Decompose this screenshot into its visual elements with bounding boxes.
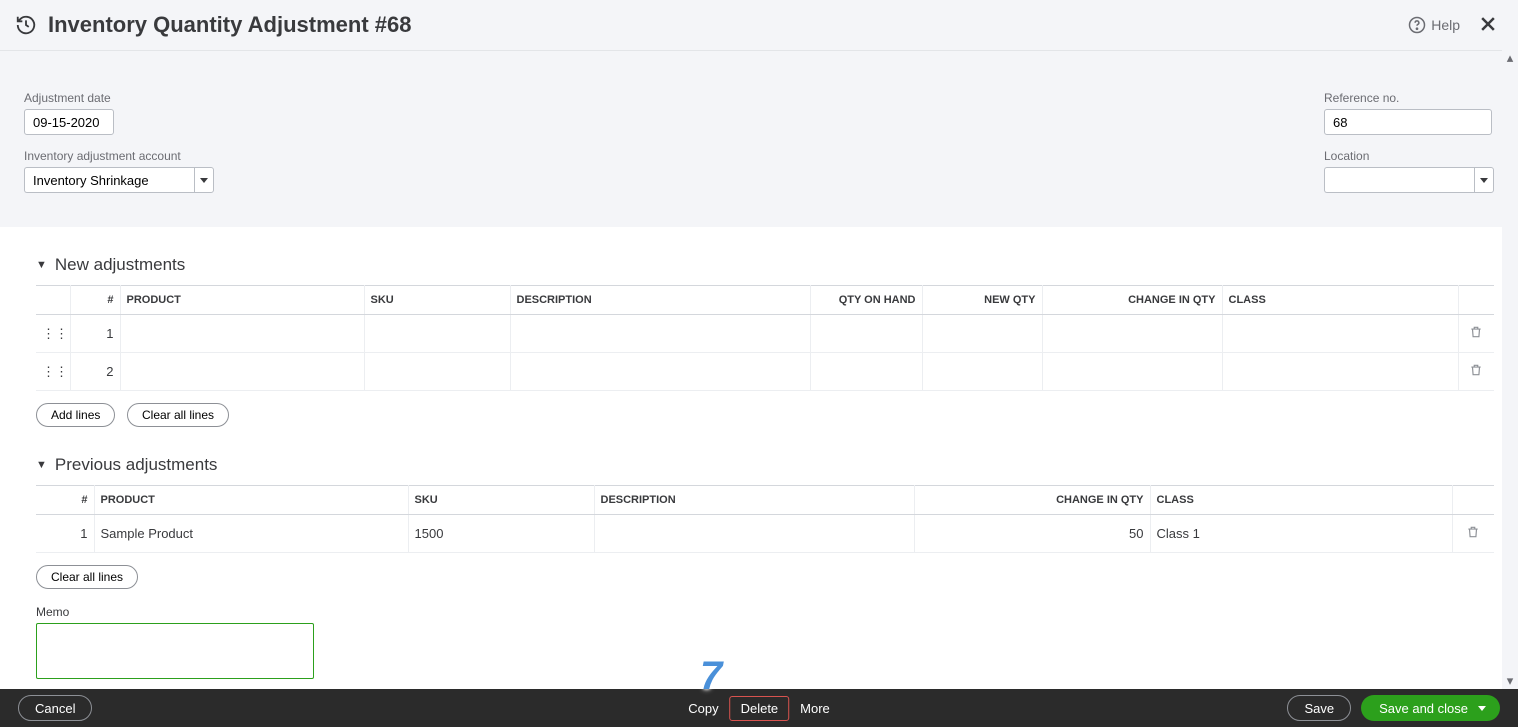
new-adjustments-toggle[interactable]: ▼ New adjustments	[36, 255, 1494, 275]
cell-sku[interactable]: 1500	[408, 515, 594, 553]
trash-icon[interactable]	[1458, 315, 1494, 353]
col-description: DESCRIPTION	[594, 486, 914, 515]
col-class: CLASS	[1150, 486, 1452, 515]
help-label: Help	[1431, 17, 1460, 33]
clear-all-lines-button-2[interactable]: Clear all lines	[36, 565, 138, 589]
delete-link[interactable]: Delete	[730, 696, 790, 721]
page-title: Inventory Quantity Adjustment #68	[48, 12, 1408, 38]
memo-textarea[interactable]	[36, 623, 314, 679]
save-and-close-label: Save and close	[1379, 701, 1468, 716]
scroll-down-icon[interactable]: ▾	[1502, 673, 1518, 689]
chevron-down-icon[interactable]	[1474, 167, 1494, 193]
new-adjustments-table: # PRODUCT SKU DESCRIPTION QTY ON HAND NE…	[36, 285, 1494, 391]
cell-change[interactable]: 50	[914, 515, 1150, 553]
row-number: 2	[70, 353, 120, 391]
trash-icon[interactable]	[1458, 353, 1494, 391]
col-qoh: QTY ON HAND	[810, 286, 922, 315]
trash-icon[interactable]	[1452, 515, 1494, 553]
history-icon[interactable]	[14, 13, 38, 37]
account-label: Inventory adjustment account	[24, 149, 214, 163]
cell-description[interactable]	[594, 515, 914, 553]
save-and-close-button[interactable]: Save and close	[1361, 695, 1500, 721]
col-rownum: #	[36, 486, 94, 515]
previous-adjustments-title: Previous adjustments	[55, 455, 218, 475]
chevron-down-icon[interactable]	[1478, 706, 1486, 711]
col-sku: SKU	[408, 486, 594, 515]
footer-bar: Cancel Copy Delete More Save Save and cl…	[0, 689, 1518, 727]
close-button[interactable]	[1478, 14, 1498, 37]
help-link[interactable]: Help	[1408, 16, 1460, 34]
scroll-up-icon[interactable]: ▴	[1502, 50, 1518, 66]
main-content: ▼ New adjustments # PRODUCT SKU DESCRIPT…	[0, 227, 1518, 696]
table-row[interactable]: 1 Sample Product 1500 50 Class 1	[36, 515, 1494, 553]
row-number: 1	[70, 315, 120, 353]
adjustment-date-input[interactable]	[24, 109, 114, 135]
cancel-button[interactable]: Cancel	[18, 695, 92, 721]
col-rownum: #	[70, 286, 120, 315]
col-class: CLASS	[1222, 286, 1458, 315]
triangle-down-icon: ▼	[36, 459, 47, 471]
triangle-down-icon: ▼	[36, 259, 47, 271]
refno-input[interactable]	[1324, 109, 1492, 135]
page-header: Inventory Quantity Adjustment #68 Help	[0, 0, 1518, 51]
previous-adjustments-toggle[interactable]: ▼ Previous adjustments	[36, 455, 1494, 475]
col-newqty: NEW QTY	[922, 286, 1042, 315]
form-area: Adjustment date Inventory adjustment acc…	[0, 51, 1518, 227]
col-sku: SKU	[364, 286, 510, 315]
col-product: PRODUCT	[94, 486, 408, 515]
refno-label: Reference no.	[1324, 91, 1494, 105]
col-product: PRODUCT	[120, 286, 364, 315]
col-description: DESCRIPTION	[510, 286, 810, 315]
row-number: 1	[36, 515, 94, 553]
add-lines-button[interactable]: Add lines	[36, 403, 115, 427]
memo-label: Memo	[36, 605, 1494, 619]
account-select[interactable]	[24, 167, 194, 193]
copy-link[interactable]: Copy	[677, 696, 729, 721]
table-row[interactable]: ⋮⋮ 2	[36, 353, 1494, 391]
location-label: Location	[1324, 149, 1494, 163]
table-row[interactable]: ⋮⋮ 1	[36, 315, 1494, 353]
location-select[interactable]	[1324, 167, 1474, 193]
clear-all-lines-button[interactable]: Clear all lines	[127, 403, 229, 427]
more-link[interactable]: More	[789, 696, 841, 721]
drag-handle-icon[interactable]: ⋮⋮	[36, 353, 70, 391]
previous-adjustments-table: # PRODUCT SKU DESCRIPTION CHANGE IN QTY …	[36, 485, 1494, 553]
chevron-down-icon[interactable]	[194, 167, 214, 193]
cell-product[interactable]: Sample Product	[94, 515, 408, 553]
scrollbar[interactable]: ▴ ▾	[1502, 50, 1518, 689]
col-change: CHANGE IN QTY	[914, 486, 1150, 515]
new-adjustments-title: New adjustments	[55, 255, 185, 275]
save-button[interactable]: Save	[1287, 695, 1351, 721]
adjustment-date-label: Adjustment date	[24, 91, 214, 105]
col-change: CHANGE IN QTY	[1042, 286, 1222, 315]
drag-handle-icon[interactable]: ⋮⋮	[36, 315, 70, 353]
cell-class[interactable]: Class 1	[1150, 515, 1452, 553]
